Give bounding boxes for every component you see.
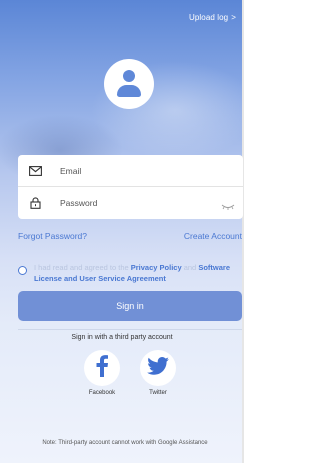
facebook-label: Facebook (88, 390, 116, 396)
third-party-note: Note: Third-party account cannot work wi… (42, 440, 208, 446)
divider (18, 329, 242, 330)
privacy-policy-link[interactable]: Privacy Policy (131, 263, 182, 272)
agreement-checkbox[interactable] (18, 266, 27, 275)
third-party-title: Sign in with a third party account (71, 334, 173, 341)
upload-log-link[interactable]: Upload log > (189, 13, 236, 22)
avatar (104, 59, 154, 109)
agreement-and: and (181, 263, 199, 272)
forgot-password-link[interactable]: Forgot Password? (18, 231, 87, 241)
login-screen: Upload log > Email Forgot Password? Crea… (0, 0, 244, 463)
facebook-button[interactable] (84, 350, 120, 386)
user-icon (123, 70, 135, 82)
agreement-text: I had read and agreed to the Privacy Pol… (34, 262, 239, 284)
create-account-link[interactable]: Create Account (184, 231, 242, 241)
lock-icon (20, 197, 50, 209)
agreement-prefix: I had read and agreed to the (34, 263, 131, 272)
chevron-right-icon: > (231, 13, 236, 22)
twitter-button[interactable] (140, 350, 176, 386)
eye-closed-icon[interactable] (221, 198, 235, 216)
password-field[interactable] (60, 198, 210, 208)
user-icon-body (117, 85, 141, 97)
facebook-icon (95, 354, 109, 382)
email-field[interactable] (60, 165, 210, 176)
twitter-icon (147, 356, 169, 380)
twitter-label: Twitter (149, 390, 167, 396)
login-form (18, 155, 243, 219)
email-row (18, 155, 243, 187)
mail-icon (20, 165, 50, 176)
sign-in-button[interactable]: Sign in (18, 291, 242, 321)
password-row (18, 187, 243, 219)
upload-log-label: Upload log (188, 13, 229, 22)
edge-divider (242, 0, 244, 463)
